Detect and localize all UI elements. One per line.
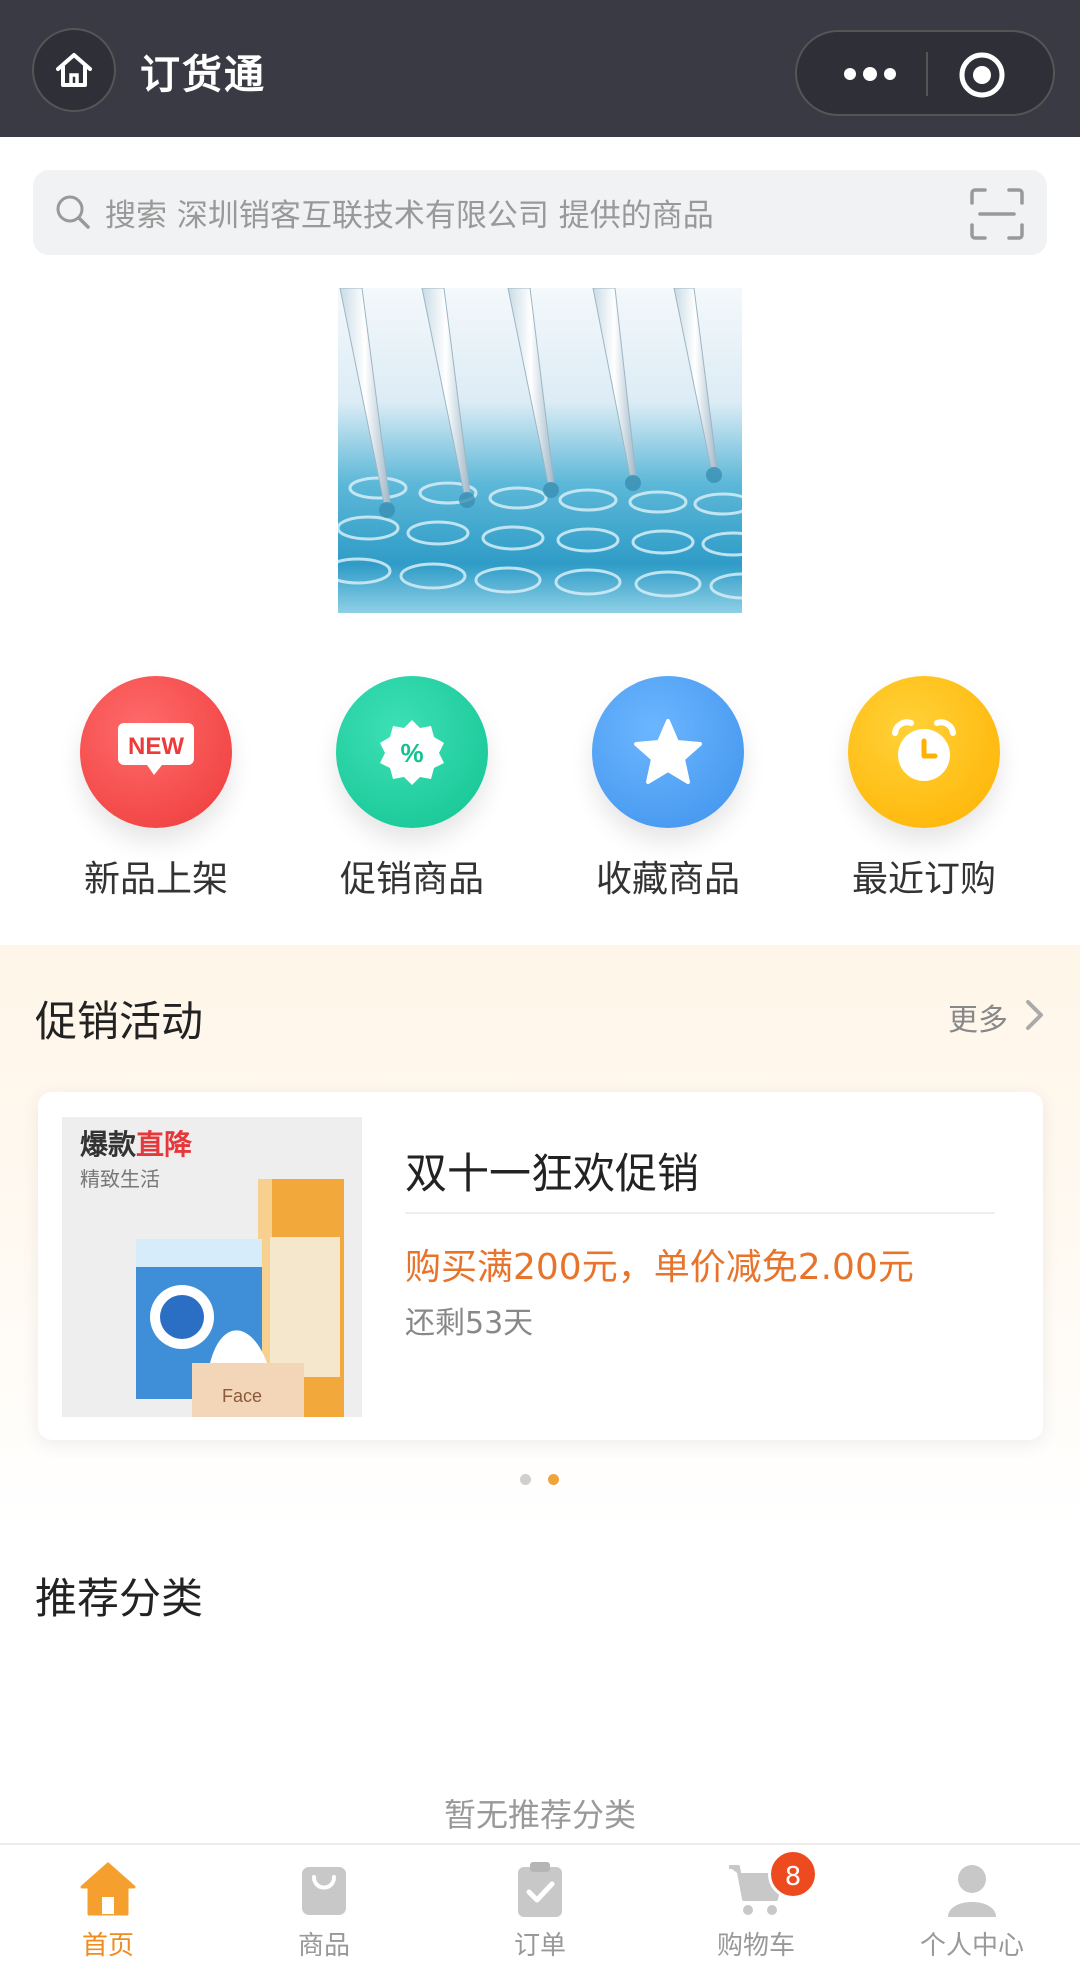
promo-product-image: 爆款直降 精致生活 Face <box>62 1117 362 1417</box>
target-icon <box>959 52 1005 98</box>
more-dots-icon <box>844 67 896 81</box>
promo-rule: 购买满200元，单价减免2.00元 <box>405 1247 914 1288</box>
home-icon <box>78 1859 138 1919</box>
bag-icon <box>294 1859 354 1919</box>
tab-cart[interactable]: 8 购物车 <box>648 1849 864 1962</box>
promo-name: 双十一狂欢促销 <box>405 1149 700 1198</box>
recommended-section-title: 推荐分类 <box>35 1574 204 1623</box>
star-icon <box>592 676 744 828</box>
quick-entry-promo[interactable]: % 促销商品 <box>302 676 522 902</box>
svg-text:NEW: NEW <box>128 733 184 760</box>
pipette-lab-illustration <box>338 288 742 600</box>
promo-more-link[interactable]: 更多 <box>948 995 1008 1039</box>
carousel-indicator <box>520 1474 580 1488</box>
promo-remaining-time: 还剩53天 <box>405 1306 534 1341</box>
svg-text:%: % <box>400 738 423 768</box>
tab-label: 购物车 <box>716 1931 795 1961</box>
capsule-divider <box>926 52 928 96</box>
home-icon <box>56 53 92 87</box>
search-icon <box>56 195 90 229</box>
search-bar[interactable]: 搜索 深圳销客互联技术有限公司 提供的商品 <box>33 170 1047 255</box>
tissue-package-illustration: Face <box>136 1179 344 1417</box>
promo-section-title: 促销活动 <box>35 997 204 1046</box>
alarm-clock-icon <box>848 676 1000 828</box>
bottom-tab-bar: 首页 商品 订单 8 购物车 个人中心 <box>0 1843 1080 1966</box>
recommended-empty-text: 暂无推荐分类 <box>443 1796 636 1834</box>
quick-entry-recent[interactable]: 最近订购 <box>814 676 1034 902</box>
tab-label: 首页 <box>81 1931 134 1961</box>
promo-card[interactable]: 爆款直降 精致生活 Face 双十一狂欢促销 购买满200元，单价减免2.00元… <box>38 1092 1043 1440</box>
tab-label: 订单 <box>513 1931 566 1961</box>
tab-profile[interactable]: 个人中心 <box>864 1859 1080 1962</box>
quick-entry-grid: NEW 新品上架 % 促销商品 收藏商品 最近订购 <box>0 676 1080 906</box>
tab-orders[interactable]: 订单 <box>432 1859 648 1962</box>
carousel-dot-active[interactable] <box>548 1474 559 1485</box>
promo-divider <box>405 1212 995 1214</box>
banner-image[interactable] <box>338 288 742 613</box>
mini-program-capsule <box>795 30 1055 116</box>
order-icon <box>510 1859 570 1919</box>
scan-icon[interactable] <box>968 187 1026 241</box>
cart-badge: 8 <box>768 1849 818 1899</box>
quick-entry-favorites[interactable]: 收藏商品 <box>558 676 778 902</box>
discount-icon: % <box>336 676 488 828</box>
quick-entry-label: 促销商品 <box>339 859 484 900</box>
home-button[interactable] <box>32 28 116 112</box>
app-title: 订货通 <box>140 52 266 98</box>
more-menu-button[interactable] <box>825 52 915 96</box>
new-icon: NEW <box>80 676 232 828</box>
quick-entry-label: 收藏商品 <box>595 859 740 900</box>
quick-entry-label: 新品上架 <box>83 859 228 900</box>
svg-text:Face: Face <box>222 1386 262 1406</box>
tab-products[interactable]: 商品 <box>216 1859 432 1962</box>
tab-label: 商品 <box>297 1931 350 1961</box>
tab-label: 个人中心 <box>919 1931 1024 1961</box>
quick-entry-label: 最近订购 <box>851 859 996 900</box>
cart-icon: 8 <box>726 1849 818 1919</box>
title-bar: 订货通 <box>0 0 1080 137</box>
close-program-button[interactable] <box>957 50 1007 100</box>
tab-home[interactable]: 首页 <box>0 1859 216 1962</box>
user-icon <box>942 1859 1002 1919</box>
search-placeholder: 搜索 深圳销客互联技术有限公司 提供的商品 <box>105 198 714 234</box>
chevron-right-icon[interactable] <box>1024 998 1046 1032</box>
quick-entry-new[interactable]: NEW 新品上架 <box>46 676 266 902</box>
carousel-dot[interactable] <box>520 1474 531 1485</box>
